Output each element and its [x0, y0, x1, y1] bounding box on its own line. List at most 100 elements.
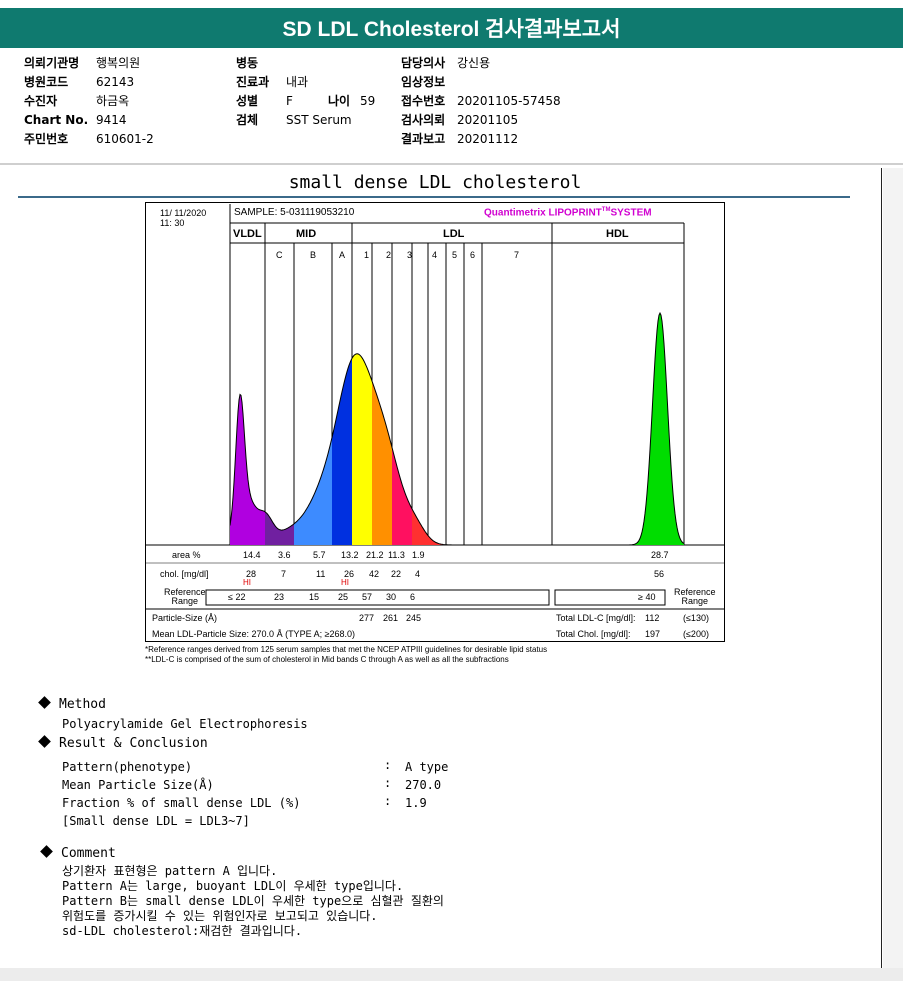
band-fill-2: [372, 381, 392, 545]
info-label: 담당의사: [401, 56, 446, 70]
band-label-2: 2: [386, 250, 392, 260]
scrollbar-edge: [881, 168, 882, 968]
method-heading-text: Method: [59, 697, 106, 712]
footnote-2: **LDL-C is comprised of the sum of chole…: [145, 655, 509, 664]
ref-line2: Range: [171, 596, 199, 606]
brand-name: Quantimetrix LIPOPRINT: [484, 207, 602, 219]
info-label: 주민번호: [24, 132, 69, 146]
reference-value: 23: [274, 592, 285, 602]
group-label-hdl: HDL: [606, 228, 629, 240]
band-label-b: B: [310, 250, 317, 260]
method-heading: Method: [38, 696, 106, 712]
band-fill-1: [352, 353, 372, 545]
result-heading-text: Result & Conclusion: [59, 736, 208, 751]
hi-flag-vldl: HI: [243, 578, 251, 587]
band-label-6: 6: [470, 250, 476, 260]
area-value: 28.7: [651, 550, 669, 560]
comment-line: 상기환자 표현형은 pattern A 입니다.: [62, 864, 278, 878]
total-ldl-label: Total LDL-C [mg/dl]:: [556, 613, 636, 623]
row-label-ref: Reference Range: [164, 588, 206, 606]
info-label: Chart No.: [24, 113, 89, 127]
row-label-area: area %: [172, 550, 201, 560]
comment-line: sd-LDL cholesterol:재검한 결과입니다.: [62, 924, 303, 938]
lipoprint-svg: [146, 204, 724, 610]
area-value: 1.9: [412, 550, 425, 560]
group-label-vldl: VLDL: [233, 228, 262, 240]
area-value: 11.3: [388, 550, 405, 560]
band-label-5: 5: [452, 250, 458, 260]
result-sep: :: [384, 794, 392, 808]
info-label: 의뢰기관명: [24, 56, 80, 70]
bullet-icon: [38, 735, 51, 748]
reference-value: 25: [338, 592, 349, 602]
chol-value: 11: [316, 569, 326, 579]
group-label-mid: MID: [296, 228, 317, 240]
total-ldl-ref: (≤130): [683, 613, 709, 623]
info-value: 610601-2: [96, 132, 154, 146]
ward-label: 병동: [236, 56, 259, 70]
reference-value: 6: [410, 592, 416, 602]
comment-body: 상기환자 표현형은 pattern A 입니다. Pattern A는 larg…: [62, 864, 444, 939]
info-value: 20201112: [457, 132, 519, 146]
info-label: 접수번호: [401, 94, 446, 108]
particle-size-label: Particle-Size (Å): [152, 613, 218, 623]
band-label-c: C: [276, 250, 283, 260]
chol-value: 7: [281, 569, 287, 579]
result-sep: :: [384, 776, 392, 790]
area-value: 3.6: [278, 550, 291, 560]
comment-line: Pattern B는 small dense LDL이 우세한 type으로 심…: [62, 894, 444, 908]
result-label: Pattern(phenotype): [62, 760, 193, 774]
electrophoresis-fills: [230, 313, 684, 545]
info-label: 수진자: [24, 94, 58, 108]
info-label: 결과보고: [401, 132, 446, 146]
info-value: 20201105-57458: [457, 94, 561, 108]
info-value: 행복의원: [96, 56, 141, 70]
lipoprint-chart: 11/ 11/2020 11: 30 SAMPLE: 5-03111905321…: [145, 202, 725, 642]
comment-heading-text: Comment: [61, 846, 116, 861]
group-label-ldl: LDL: [443, 228, 465, 240]
footnote-1: *Reference ranges derived from 125 serum…: [145, 645, 548, 654]
result-label: Mean Particle Size(Å): [62, 778, 214, 792]
result-heading: Result & Conclusion: [38, 735, 208, 751]
info-label: 임상정보: [401, 75, 446, 89]
age-value: 59: [360, 94, 376, 108]
comment-line: Pattern A는 large, buoyant LDL이 우세한 type입…: [62, 879, 404, 893]
band-fill-b: [294, 437, 332, 545]
specimen-label: 검체: [236, 113, 259, 127]
chart-date: 11/ 11/2020: [160, 208, 207, 218]
hi-flag-a: HI: [341, 578, 349, 587]
result-sep: :: [384, 758, 392, 772]
mean-particle-size: Mean LDL-Particle Size: 270.0 Å (TYPE A;…: [152, 629, 356, 639]
section-divider: [0, 163, 903, 165]
info-label: 병원코드: [24, 75, 69, 89]
total-chol-label: Total Chol. [mg/dl]:: [556, 629, 631, 639]
result-label: Fraction % of small dense LDL (%): [62, 796, 301, 810]
band-fill-3: [392, 447, 412, 545]
area-value: 5.7: [313, 550, 326, 560]
reference-value: 15: [309, 592, 320, 602]
ref-right-line2: Range: [681, 596, 709, 606]
info-value: 강신용: [457, 56, 491, 70]
scroll-gutter[interactable]: [883, 168, 903, 968]
info-value: 하금옥: [96, 94, 130, 108]
info-label: 검사의뢰: [401, 113, 446, 127]
result-value: A type: [405, 760, 449, 774]
band-label-1: 1: [364, 250, 370, 260]
band-label-3: 3: [407, 250, 413, 260]
dept-value: 내과: [286, 75, 309, 89]
sex-label: 성별: [236, 94, 259, 108]
total-chol-value: 197: [645, 629, 661, 639]
info-value: 62143: [96, 75, 135, 89]
reference-range-box-ldl: [205, 589, 550, 606]
bottom-scrollbar[interactable]: [0, 968, 903, 981]
patient-info-col1: 의뢰기관명 행복의원 병원코드 62143 수진자 하금옥 Chart No. 9414…: [24, 54, 154, 149]
reference-value: 57: [362, 592, 373, 602]
particle-size-value: 261: [383, 613, 399, 623]
specimen-value: SST Serum: [286, 113, 352, 127]
electrophoresis-outline: [229, 311, 685, 546]
chol-value: 56: [654, 569, 665, 579]
age-label: 나이: [328, 94, 351, 108]
reference-value: 30: [386, 592, 397, 602]
band-fill-a: [332, 358, 352, 545]
chol-value: 4: [415, 569, 421, 579]
